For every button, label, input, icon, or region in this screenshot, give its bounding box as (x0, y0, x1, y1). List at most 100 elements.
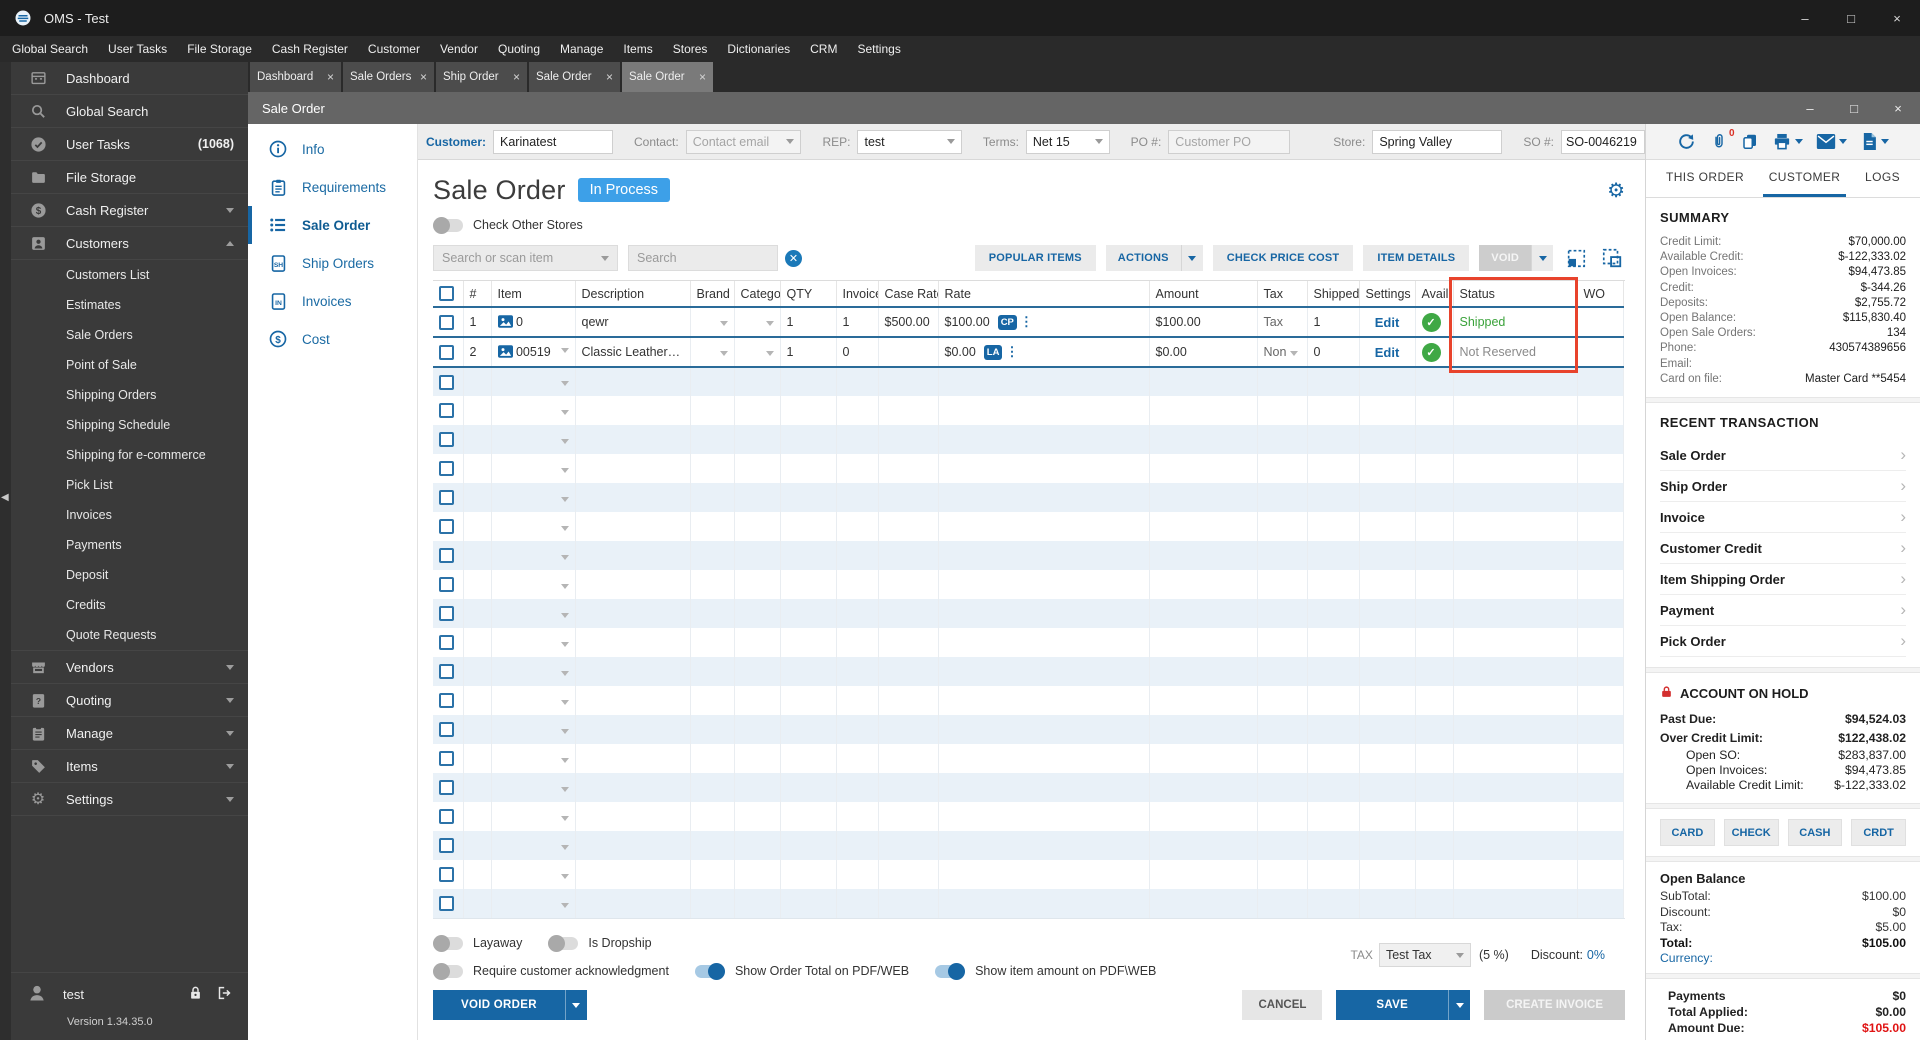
tax-select[interactable]: Test Tax (1378, 943, 1471, 967)
order-nav-cost[interactable]: $ Cost (248, 320, 417, 358)
document-tab[interactable]: Sale Order × (622, 62, 713, 92)
chevron-down-icon[interactable] (560, 641, 569, 647)
row-checkbox[interactable] (439, 314, 454, 330)
order-row[interactable]: 2 00519 Classic Leather Buckle... 1 0 (433, 337, 1624, 368)
sidebar-item-vendors[interactable]: Vendors (11, 651, 248, 684)
recent-transaction-item[interactable]: Payment › (1660, 595, 1906, 627)
row-checkbox[interactable] (439, 780, 454, 796)
row-checkbox[interactable] (439, 461, 454, 477)
lock-icon[interactable] (188, 985, 203, 1004)
row-checkbox[interactable] (439, 809, 454, 825)
order-nav-requirements[interactable]: Requirements (248, 168, 417, 206)
chevron-down-icon[interactable] (560, 583, 569, 589)
menubar-item[interactable]: Items (613, 36, 662, 62)
row-checkbox[interactable] (439, 344, 454, 360)
sidebar-subitem[interactable]: Quote Requests (11, 620, 248, 650)
logout-icon[interactable] (215, 985, 232, 1004)
sidebar-item-settings[interactable]: ⚙ Settings (11, 783, 248, 816)
chevron-down-icon[interactable] (560, 381, 569, 386)
item-qty[interactable]: 1 (780, 337, 837, 368)
recent-transaction-item[interactable]: Sale Order › (1660, 440, 1906, 472)
close-icon[interactable]: × (1876, 92, 1920, 124)
popular-items-button[interactable]: POPULAR ITEMS (974, 245, 1096, 271)
menubar-item[interactable]: CRM (800, 36, 847, 62)
void-dropdown-icon[interactable] (1531, 245, 1553, 271)
chevron-down-icon[interactable] (560, 496, 569, 502)
row-checkbox[interactable] (439, 664, 454, 680)
chevron-down-icon[interactable] (560, 786, 569, 792)
row-checkbox[interactable] (439, 867, 454, 883)
order-nav-info[interactable]: Info (248, 130, 417, 168)
rep-select[interactable]: test (857, 129, 962, 154)
panel-tab[interactable]: LOGS (1859, 160, 1906, 197)
email-icon[interactable] (1816, 133, 1848, 150)
sidebar-item-dashboard[interactable]: Dashboard (11, 62, 248, 95)
chevron-down-icon[interactable] (560, 612, 569, 618)
item-tax[interactable]: Tax (1257, 307, 1308, 338)
so-number-input[interactable] (1561, 129, 1645, 154)
discount-value-link[interactable]: 0% (1587, 948, 1605, 962)
menubar-item[interactable]: Cash Register (262, 36, 358, 62)
row-checkbox[interactable] (439, 490, 454, 506)
menubar-item[interactable]: Manage (550, 36, 613, 62)
maximize-icon[interactable]: □ (1832, 92, 1876, 124)
kebab-menu-icon[interactable]: ⋮ (1005, 344, 1018, 359)
row-checkbox[interactable] (439, 519, 454, 535)
row-checkbox[interactable] (439, 548, 454, 564)
payment-method-button[interactable]: CRDT (1851, 819, 1906, 847)
menubar-item[interactable]: Stores (663, 36, 718, 62)
sidebar-subitem[interactable]: Customers List (11, 260, 248, 290)
actions-dropdown-icon[interactable] (1180, 245, 1203, 271)
terms-select[interactable]: Net 15 (1025, 129, 1110, 154)
sidebar-item-file-storage[interactable]: File Storage (11, 161, 248, 194)
document-tab[interactable]: Dashboard × (250, 62, 341, 92)
void-order-dropdown-icon[interactable] (564, 990, 587, 1020)
document-tab[interactable]: Sale Order × (529, 62, 620, 92)
menubar-item[interactable]: Settings (847, 36, 910, 62)
order-nav-invoices[interactable]: IN Invoices (248, 282, 417, 320)
close-icon[interactable]: × (1874, 0, 1920, 36)
row-checkbox[interactable] (439, 577, 454, 593)
chevron-down-icon[interactable] (560, 728, 569, 734)
gear-icon[interactable]: ⚙ (1607, 178, 1625, 203)
refresh-icon[interactable] (1677, 132, 1696, 151)
row-checkbox[interactable] (439, 606, 454, 622)
menubar-item[interactable]: Customer (358, 36, 430, 62)
document-tab[interactable]: Sale Orders × (343, 62, 434, 92)
sidebar-subitem[interactable]: Invoices (11, 500, 248, 530)
row-checkbox[interactable] (439, 838, 454, 854)
row-checkbox[interactable] (439, 403, 454, 419)
actions-button[interactable]: ACTIONS (1105, 245, 1181, 271)
menubar-item[interactable]: Vendor (430, 36, 488, 62)
is-dropship-toggle[interactable] (548, 934, 579, 952)
sidebar-item-customers[interactable]: Customers (11, 227, 248, 260)
sidebar-subitem[interactable]: Shipping Schedule (11, 410, 248, 440)
show-item-amount-toggle[interactable] (935, 962, 966, 980)
panel-tab[interactable]: CUSTOMER (1762, 160, 1847, 197)
search-input[interactable] (628, 245, 778, 271)
chevron-down-icon[interactable] (560, 409, 569, 415)
sidebar-subitem[interactable]: Pick List (11, 470, 248, 500)
minimize-icon[interactable]: – (1788, 92, 1832, 124)
clear-search-icon[interactable]: ✕ (785, 249, 802, 267)
sidebar-subitem[interactable]: Point of Sale (11, 350, 248, 380)
order-nav-sale-order[interactable]: Sale Order (248, 206, 417, 244)
chevron-down-icon[interactable] (560, 902, 569, 908)
sidebar-item-items[interactable]: Items (11, 750, 248, 783)
sidebar-subitem[interactable]: Payments (11, 530, 248, 560)
chevron-down-icon[interactable] (560, 815, 569, 821)
po-input[interactable] (1168, 129, 1291, 154)
item-search-select[interactable]: Search or scan item (433, 245, 618, 271)
select-all-checkbox[interactable] (439, 286, 454, 302)
sidebar-subitem[interactable]: Estimates (11, 290, 248, 320)
chevron-down-icon[interactable] (560, 670, 569, 676)
tab-close-icon[interactable]: × (513, 70, 520, 84)
recent-transaction-item[interactable]: Item Shipping Order › (1660, 564, 1906, 596)
require-acknowledgment-toggle[interactable] (433, 962, 463, 980)
save-dropdown-icon[interactable] (1448, 990, 1471, 1020)
sidebar-item-manage[interactable]: Manage (11, 717, 248, 750)
check-other-stores-toggle[interactable] (433, 216, 463, 234)
minimize-icon[interactable]: – (1782, 0, 1828, 36)
chevron-down-icon[interactable] (560, 844, 569, 850)
chevron-down-icon[interactable] (560, 467, 569, 473)
